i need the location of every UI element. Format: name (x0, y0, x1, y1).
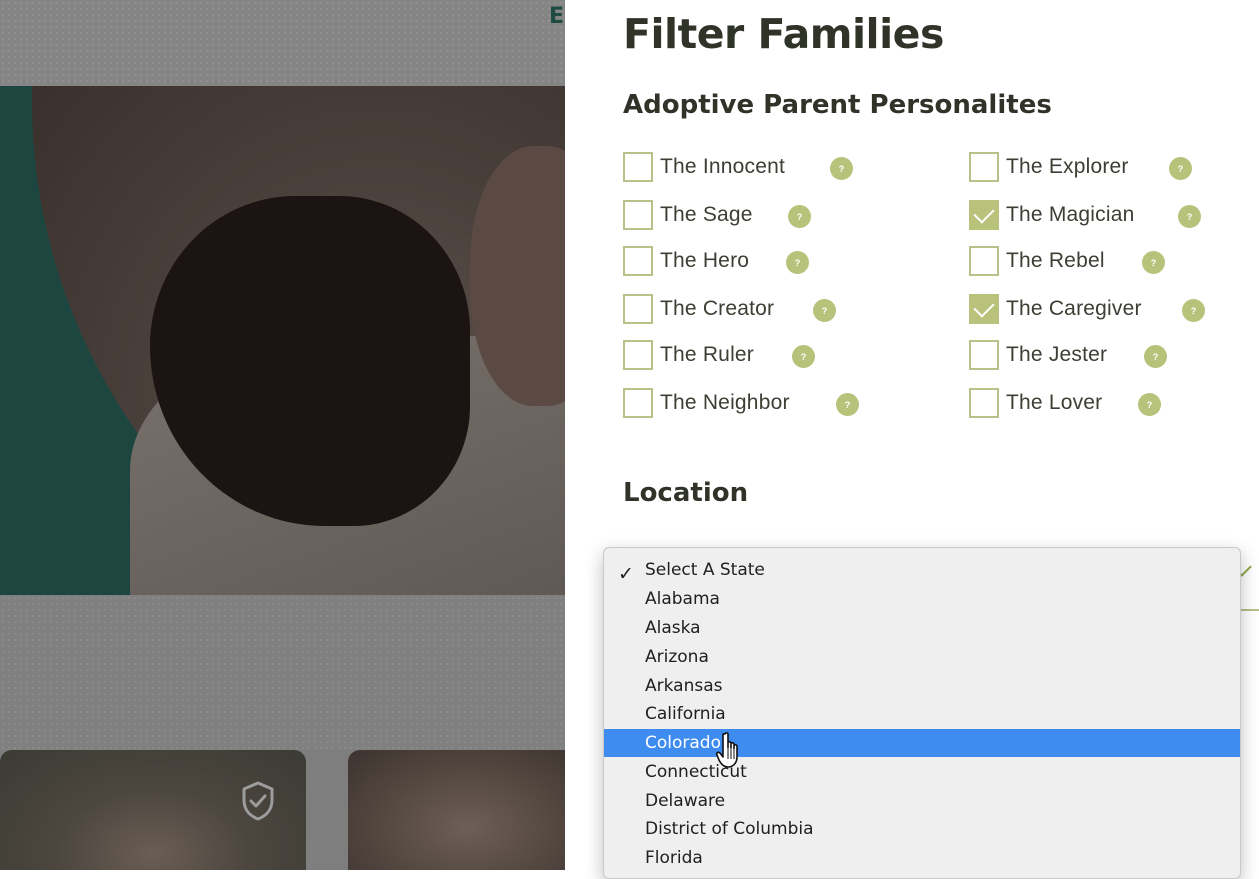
checkbox-label: The Innocent (660, 155, 785, 178)
background-header: E (0, 0, 565, 86)
help-icon[interactable]: ? (1142, 251, 1165, 274)
state-option[interactable]: Alabama (604, 585, 1240, 613)
checkbox[interactable] (623, 246, 653, 276)
checkbox-option[interactable]: The Jester (969, 338, 1107, 372)
background-band (0, 595, 565, 750)
state-option[interactable]: Florida (604, 844, 1240, 872)
checkbox-option[interactable]: The Rebel (969, 244, 1105, 278)
family-card[interactable] (348, 750, 565, 870)
state-option[interactable]: Connecticut (604, 758, 1240, 786)
checkbox-label: The Magician (1006, 203, 1135, 226)
state-select-dropdown[interactable]: ✓ Select A State Alabama Alaska Arizona … (603, 547, 1241, 879)
checkbox-checked[interactable] (969, 294, 999, 324)
checkbox-option[interactable]: The Hero (623, 244, 749, 278)
checkbox-label: The Jester (1006, 343, 1108, 366)
state-option[interactable]: Arizona (604, 643, 1240, 671)
help-icon[interactable]: ? (830, 157, 853, 180)
checkbox-option[interactable]: The Magician (969, 198, 1134, 232)
help-icon[interactable]: ? (1182, 299, 1205, 322)
checkbox[interactable] (623, 294, 653, 324)
shield-check-icon (242, 781, 274, 821)
checkbox-option[interactable]: The Explorer (969, 150, 1129, 184)
checkbox-option[interactable]: The Innocent (623, 150, 785, 184)
checkbox-option[interactable]: The Neighbor (623, 386, 790, 420)
checkmark-icon: ✓ (618, 563, 634, 585)
checkbox[interactable] (623, 152, 653, 182)
background-page-overlay[interactable]: E (0, 0, 565, 870)
checkbox-label: The Creator (660, 297, 775, 320)
checkbox-label: The Explorer (1006, 155, 1129, 178)
state-option[interactable]: District of Columbia (604, 815, 1240, 843)
checkbox[interactable] (969, 152, 999, 182)
help-icon[interactable]: ? (836, 393, 859, 416)
help-icon[interactable]: ? (786, 251, 809, 274)
state-option[interactable]: Delaware (604, 787, 1240, 815)
background-header-letter: E (549, 4, 565, 29)
help-icon[interactable]: ? (788, 205, 811, 228)
select-underline (1241, 609, 1259, 611)
checkbox[interactable] (623, 200, 653, 230)
checkbox-option[interactable]: The Sage (623, 198, 753, 232)
checkbox[interactable] (969, 388, 999, 418)
state-option[interactable]: California (604, 700, 1240, 728)
checkbox-label: The Sage (660, 203, 753, 226)
state-option[interactable]: Alaska (604, 614, 1240, 642)
checkbox-option[interactable]: The Caregiver (969, 292, 1142, 326)
checkbox-label: The Ruler (660, 343, 755, 366)
help-icon[interactable]: ? (1144, 345, 1167, 368)
checkbox[interactable] (969, 246, 999, 276)
checkbox[interactable] (623, 340, 653, 370)
help-icon[interactable]: ? (1138, 393, 1161, 416)
help-icon[interactable]: ? (1169, 157, 1192, 180)
checkbox[interactable] (969, 340, 999, 370)
checkbox-label: The Neighbor (660, 391, 790, 414)
checkbox-checked[interactable] (969, 200, 999, 230)
checkbox[interactable] (623, 388, 653, 418)
state-option-label: Select A State (645, 560, 765, 580)
state-option-selected[interactable]: ✓ Select A State (604, 556, 1240, 585)
checkbox-option[interactable]: The Ruler (623, 338, 754, 372)
checkbox-label: The Hero (660, 249, 750, 272)
section-title-personalities: Adoptive Parent Personalites (623, 90, 1052, 120)
help-icon[interactable]: ? (813, 299, 836, 322)
hero-image (0, 86, 565, 595)
checkbox-option[interactable]: The Creator (623, 292, 774, 326)
panel-title: Filter Families (623, 10, 944, 58)
checkbox-option[interactable]: The Lover (969, 386, 1102, 420)
section-title-location: Location (623, 478, 749, 508)
state-option-highlighted[interactable]: Colorado (604, 729, 1240, 757)
help-icon[interactable]: ? (792, 345, 815, 368)
help-icon[interactable]: ? (1178, 205, 1201, 228)
state-option[interactable]: Arkansas (604, 672, 1240, 700)
checkbox-label: The Rebel (1006, 249, 1105, 272)
checkbox-label: The Caregiver (1006, 297, 1142, 320)
checkbox-label: The Lover (1006, 391, 1103, 414)
